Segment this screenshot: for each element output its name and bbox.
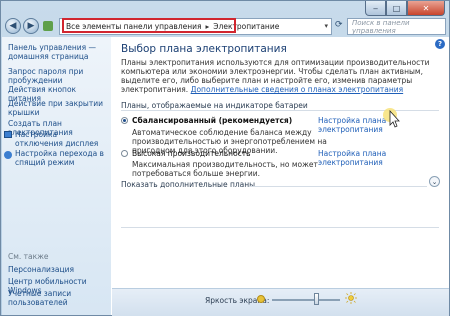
divider: [121, 227, 439, 228]
plan-radio-balanced[interactable]: [121, 117, 128, 124]
address-highlight: [62, 18, 236, 33]
forward-arrow-icon[interactable]: ▶: [23, 18, 39, 34]
back-arrow-icon[interactable]: ◀: [5, 18, 21, 34]
show-more-plans[interactable]: Показать дополнительные планы: [121, 180, 255, 189]
chevron-down-icon[interactable]: ⌄: [429, 176, 440, 187]
brightness-slider-thumb[interactable]: [314, 293, 319, 305]
page-description: Планы электропитания используются для оп…: [121, 58, 431, 94]
control-panel-icon: [43, 21, 53, 31]
plan-name-high-performance[interactable]: Высокая производительность: [132, 149, 251, 158]
sleep-icon: [4, 151, 12, 159]
brightness-low-icon: [257, 295, 265, 303]
see-also-personalization[interactable]: Персонализация: [8, 265, 110, 274]
see-also-user-accounts[interactable]: Учетные записи пользователей: [8, 289, 110, 307]
description-link[interactable]: Дополнительные сведения о планах электро…: [191, 85, 404, 94]
page-title: Выбор плана электропитания: [121, 43, 287, 55]
divider: [249, 186, 427, 187]
brightness-high-icon: [345, 292, 357, 304]
window-controls: ‒ □ ✕: [365, 1, 445, 16]
minimize-button[interactable]: ‒: [365, 1, 386, 16]
mouse-cursor-icon: [383, 108, 400, 128]
plan-radio-high-performance[interactable]: [121, 150, 128, 157]
control-panel-window: ‒ □ ✕ ◀ ▶ Все элементы панели управления…: [0, 0, 450, 316]
close-button[interactable]: ✕: [407, 1, 445, 16]
plans-group-label: Планы, отображаемые на индикаторе батаре…: [121, 101, 308, 110]
sidebar: Панель управления — домашняя страница За…: [2, 37, 112, 315]
plan-name-balanced[interactable]: Сбалансированный (рекомендуется): [132, 116, 292, 125]
navigation-bar: ◀ ▶ Все элементы панели управления ▸ Эле…: [5, 18, 446, 36]
sidebar-item-lid[interactable]: Действие при закрытии крышки: [8, 99, 110, 117]
address-bar[interactable]: Все элементы панели управления ▸ Электро…: [59, 18, 332, 35]
sidebar-item-sleep[interactable]: Настройка перехода в спящий режим: [15, 149, 107, 167]
footer-bar: Яркость экрана:: [112, 288, 449, 316]
sidebar-home-link[interactable]: Панель управления — домашняя страница: [8, 43, 110, 61]
main-content: ? Выбор плана электропитания Планы элект…: [111, 37, 449, 315]
maximize-button[interactable]: □: [386, 1, 407, 16]
plan-desc-high-performance: Максимальная производительность, но може…: [132, 160, 318, 178]
address-dropdown-icon[interactable]: ▾: [324, 22, 328, 30]
refresh-icon[interactable]: ⟳: [335, 20, 345, 32]
sidebar-item-password[interactable]: Запрос пароля при пробуждении: [8, 67, 110, 85]
search-input[interactable]: Поиск в панели управления: [347, 18, 446, 35]
brightness-slider[interactable]: [272, 299, 340, 301]
sidebar-item-display-off[interactable]: Настройка отключения дисплея: [15, 130, 107, 148]
see-also-heading: См. также: [8, 252, 49, 261]
help-icon[interactable]: ?: [435, 39, 445, 49]
display-icon: [4, 131, 12, 138]
